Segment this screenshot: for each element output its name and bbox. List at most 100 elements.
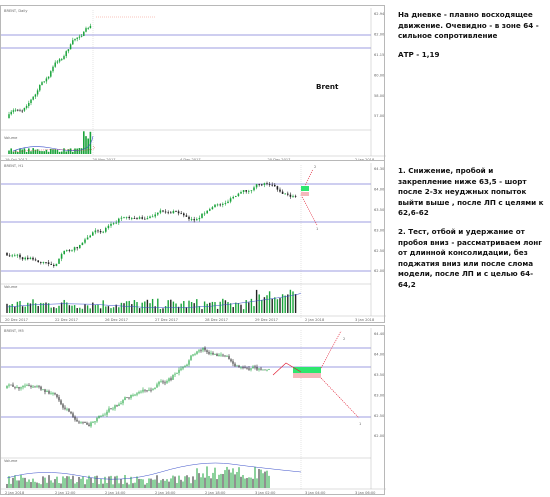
- candle-body: [89, 25, 92, 29]
- volume-bar: [46, 482, 48, 488]
- volume-bar: [184, 476, 186, 488]
- candle-body: [106, 411, 108, 415]
- candle-body: [154, 387, 156, 390]
- volume-bar: [30, 482, 32, 488]
- volume-bar: [54, 479, 56, 488]
- volume-bar: [12, 477, 14, 488]
- candle-body: [32, 386, 34, 388]
- candle-body: [144, 389, 146, 391]
- candle-body: [125, 216, 128, 218]
- volume-bar: [60, 302, 63, 313]
- volume-bar: [110, 308, 112, 313]
- candle-body: [194, 353, 196, 355]
- volume-bar: [120, 302, 123, 313]
- candle-body: [224, 355, 226, 357]
- candle-body: [96, 418, 98, 422]
- candle-body: [19, 110, 21, 112]
- candle-body: [258, 368, 260, 370]
- volume-bar: [166, 479, 168, 488]
- time-tick-label: 3 Jan 04:00: [305, 491, 326, 495]
- price-tick-label: 57.00: [374, 114, 385, 118]
- marker-2: 2: [343, 337, 345, 341]
- volume-bar: [289, 289, 292, 313]
- candle-body: [6, 385, 8, 388]
- hourly-chart-panel[interactable]: BRENT, H1 Volume 2 1 64.30 64.00 63.50 63.00 6…: [0, 160, 386, 323]
- marker-1: 1: [359, 422, 361, 426]
- candle-body: [66, 408, 68, 410]
- volume-bar: [219, 301, 221, 313]
- candle-body: [256, 367, 258, 370]
- candle-body: [94, 421, 96, 423]
- volume-bar: [44, 477, 46, 488]
- volume-bar: [47, 303, 50, 313]
- volume-bar: [38, 483, 40, 488]
- volume-bar: [63, 299, 65, 313]
- volume-bar: [188, 300, 190, 313]
- candle-body: [248, 368, 250, 370]
- candle-body: [250, 190, 253, 192]
- hourly-chart-svg: BRENT, H1 Volume 2 1 64.30 64.00 63.50 63.00 6…: [1, 163, 386, 322]
- volume-bar: [27, 302, 29, 313]
- price-tick-label: 64.00: [374, 353, 385, 357]
- candle-body: [159, 210, 162, 213]
- candle-body: [8, 384, 10, 386]
- volume-bar: [71, 305, 73, 313]
- candle-body: [216, 204, 219, 206]
- volume-bar: [134, 482, 136, 488]
- volume-bar: [32, 299, 34, 313]
- time-tick-label: 2 Jan 14:00: [105, 491, 126, 495]
- volume-bar: [16, 301, 19, 313]
- volume-bar: [141, 302, 143, 313]
- volume-bar: [198, 473, 200, 488]
- volume-bar: [97, 304, 99, 313]
- candle-body: [289, 194, 292, 197]
- volume-bar: [164, 306, 167, 313]
- volume-bar: [42, 303, 45, 313]
- candle-body: [184, 366, 186, 368]
- candle-body: [80, 35, 83, 37]
- volume-bar: [138, 308, 141, 313]
- volume-bar: [47, 151, 50, 154]
- volume-bar: [209, 302, 211, 313]
- candle-body: [149, 216, 151, 219]
- volume-bar: [79, 307, 81, 313]
- candle-body: [50, 264, 52, 265]
- volume-bar: [30, 151, 32, 154]
- volume-bar: [80, 148, 83, 154]
- candle-body: [192, 354, 194, 356]
- volume-bar: [136, 302, 138, 313]
- candle-body: [254, 366, 256, 368]
- candle-body: [98, 415, 100, 419]
- volume-bar: [120, 479, 122, 488]
- m5-chart-panel[interactable]: BRENT, M5 Volume 2 1 64.40 64.00 63.50 63.00 6…: [0, 325, 386, 495]
- candle-body: [234, 363, 236, 367]
- volume-bar: [151, 298, 154, 313]
- volume-bar: [284, 295, 286, 313]
- volume-bar: [128, 300, 130, 313]
- candle-body: [174, 373, 176, 375]
- volume-bar: [222, 473, 224, 488]
- volume-bar: [65, 151, 67, 154]
- volume-bar: [253, 306, 255, 313]
- volume-bar: [229, 303, 232, 313]
- volume-bar: [202, 473, 204, 488]
- volume-bar: [252, 478, 254, 488]
- candle-body: [32, 96, 34, 100]
- volume-bar: [136, 476, 138, 488]
- candle-body: [18, 387, 20, 389]
- volume-bar: [256, 478, 258, 488]
- candle-body: [268, 369, 270, 371]
- candle-body: [148, 389, 150, 391]
- candle-body: [218, 354, 220, 357]
- volume-bar: [130, 476, 132, 488]
- candle-body: [134, 394, 136, 396]
- volume-bar: [271, 298, 273, 313]
- candle-body: [160, 381, 162, 383]
- candle-body: [8, 255, 11, 257]
- volume-bar: [24, 477, 26, 488]
- volume-bar: [6, 483, 8, 488]
- candle-body: [172, 211, 175, 214]
- candle-body: [60, 400, 62, 405]
- candle-body: [214, 204, 216, 208]
- volume-bar: [37, 305, 39, 313]
